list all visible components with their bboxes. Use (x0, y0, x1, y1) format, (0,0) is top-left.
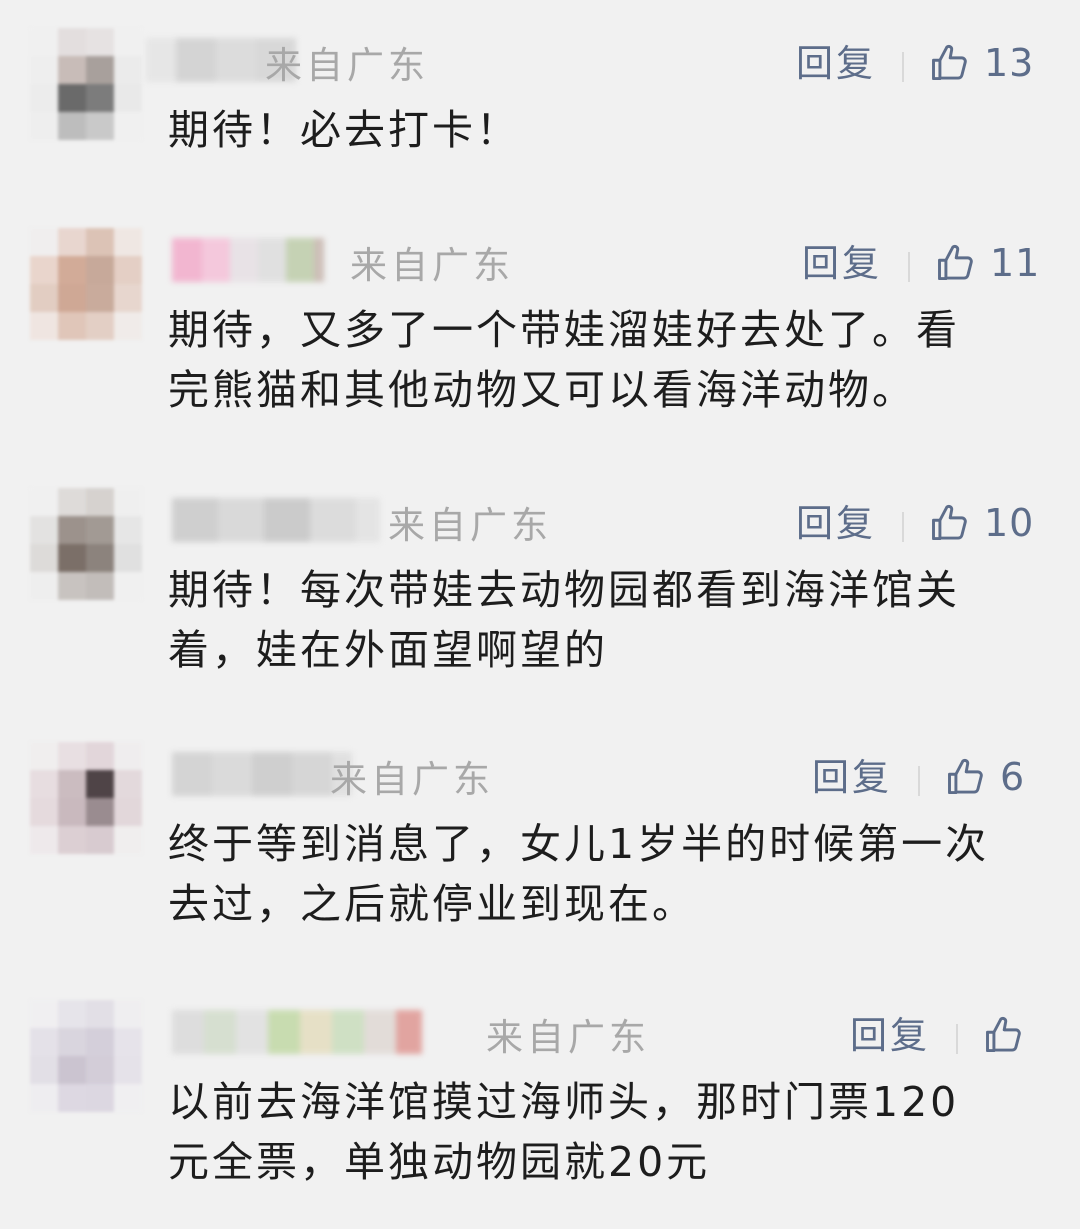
like-count: 11 (990, 241, 1041, 285)
comment-text: 期待！必去打卡！ (168, 106, 520, 154)
divider (902, 52, 904, 82)
like-button[interactable]: 11 (934, 240, 1040, 286)
username-blurred[interactable] (172, 498, 380, 542)
location-label: 来自广东 (388, 504, 552, 547)
like-button[interactable]: 6 (944, 754, 1025, 800)
reply-button[interactable]: 回复 (796, 502, 876, 546)
like-button[interactable]: 13 (928, 40, 1034, 86)
like-button[interactable]: 10 (928, 500, 1034, 546)
reply-button[interactable]: 回复 (850, 1014, 930, 1058)
location-label: 来自广东 (350, 244, 514, 287)
location-label: 来自广东 (330, 758, 494, 801)
reply-button[interactable]: 回复 (802, 242, 882, 286)
divider (908, 252, 910, 282)
username-blurred[interactable] (172, 752, 352, 796)
like-button[interactable] (982, 1012, 1038, 1058)
avatar[interactable] (30, 28, 142, 140)
thumbs-up-icon (982, 1013, 1026, 1057)
location-label: 来自广东 (265, 44, 429, 87)
location-label: 来自广东 (486, 1016, 650, 1059)
comment-text: 期待！每次带娃去动物园都看到海洋馆关 着，娃在外面望啊望的 (168, 566, 960, 674)
thumbs-up-icon (934, 241, 978, 285)
reply-button[interactable]: 回复 (812, 756, 892, 800)
reply-button[interactable]: 回复 (796, 42, 876, 86)
like-count: 6 (1000, 755, 1026, 799)
avatar[interactable] (30, 1000, 142, 1112)
thumbs-up-icon (944, 755, 988, 799)
username-blurred[interactable] (172, 1010, 422, 1054)
divider (902, 512, 904, 542)
like-count: 10 (984, 501, 1035, 545)
avatar[interactable] (30, 742, 142, 854)
like-count: 13 (984, 41, 1035, 85)
thumbs-up-icon (928, 41, 972, 85)
avatar[interactable] (30, 488, 142, 600)
thumbs-up-icon (928, 501, 972, 545)
divider (918, 766, 920, 796)
comment-text: 期待，又多了一个带娃溜娃好去处了。看 完熊猫和其他动物又可以看海洋动物。 (168, 306, 960, 414)
divider (956, 1024, 958, 1054)
username-blurred[interactable] (172, 238, 324, 282)
comment-text: 终于等到消息了，女儿1岁半的时候第一次 去过，之后就停业到现在。 (168, 820, 990, 928)
avatar[interactable] (30, 228, 142, 340)
comment-text: 以前去海洋馆摸过海师头，那时门票120 元全票，单独动物园就20元 (168, 1078, 960, 1186)
